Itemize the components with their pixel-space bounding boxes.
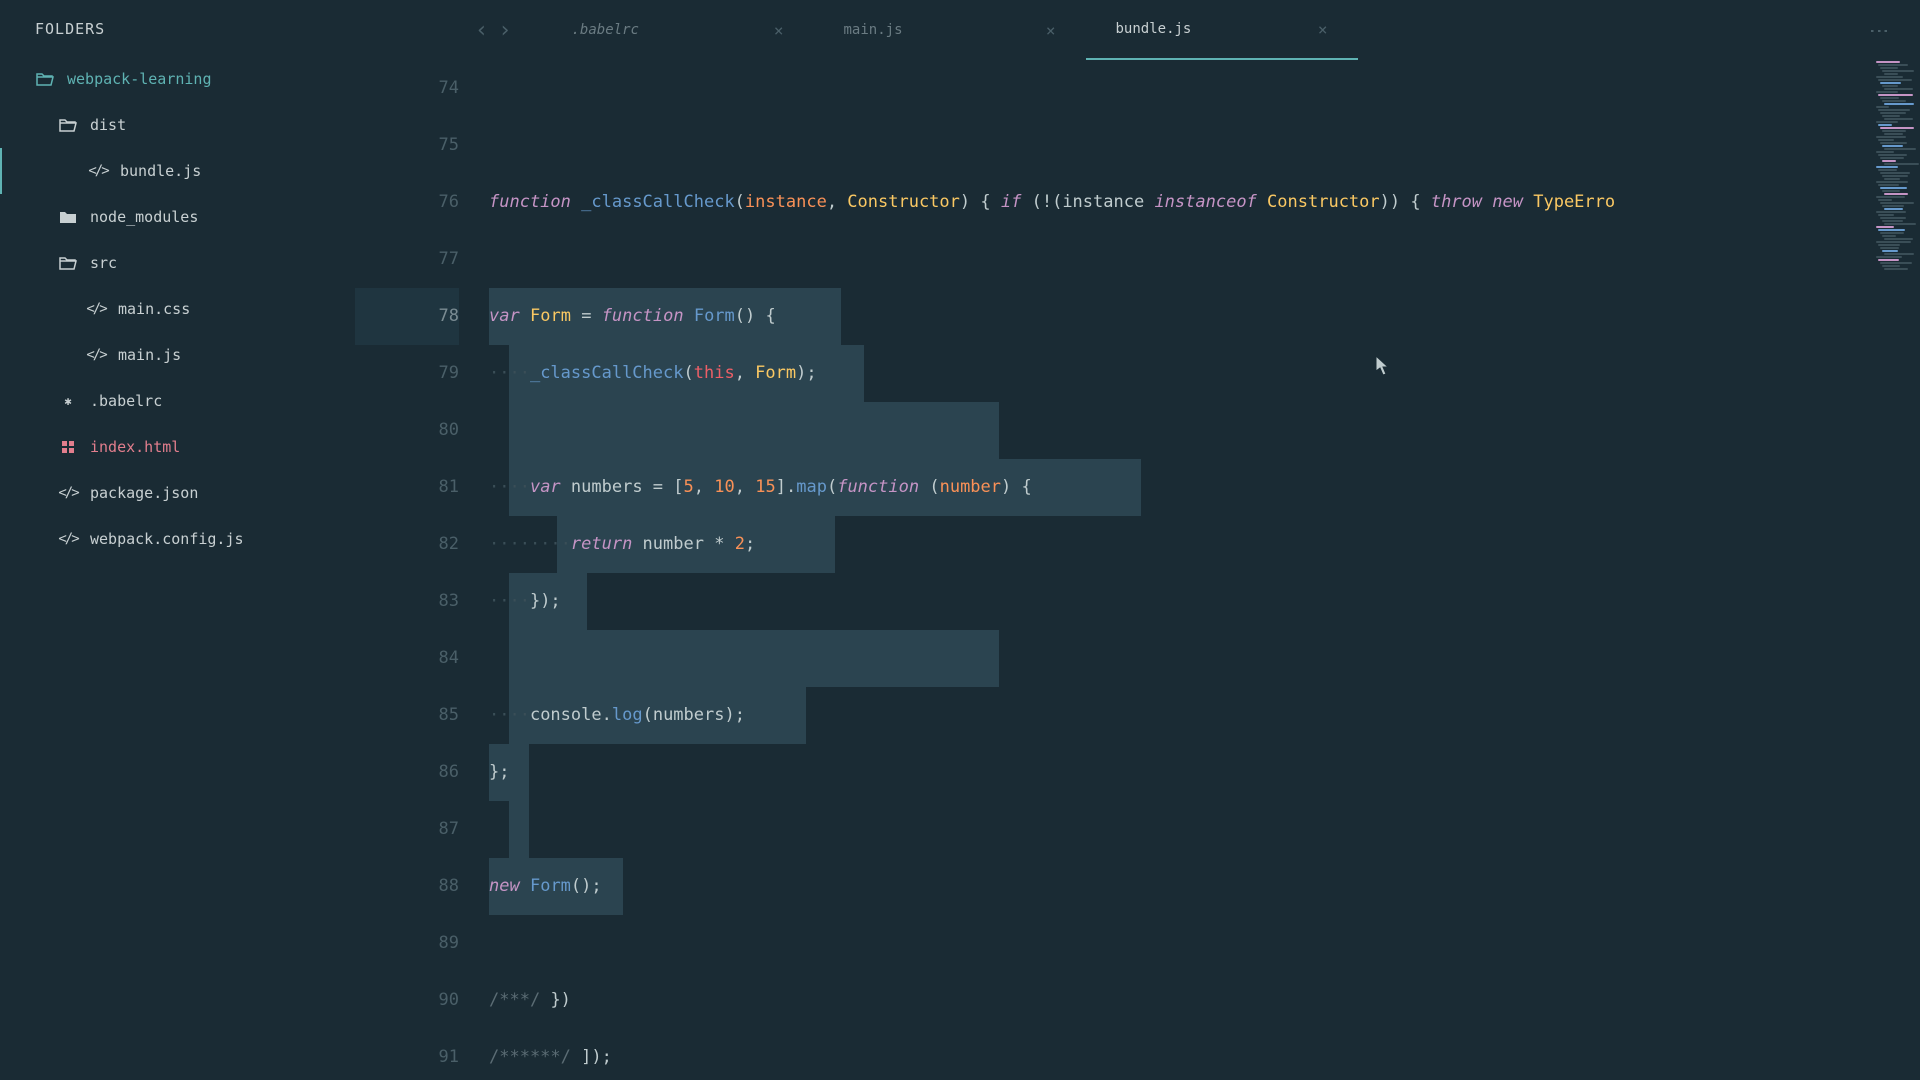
code-line (489, 60, 1920, 117)
code-line: /******/ ]); (489, 1029, 1920, 1080)
line-number: 90 (355, 972, 459, 1029)
line-number: 91 (355, 1029, 459, 1080)
folder-sidebar: FOLDERS webpack-learning dist </> bundle.js… (0, 0, 355, 1080)
code-line: ····}); (489, 573, 1920, 630)
selection-highlight (509, 801, 529, 858)
tree-item-label: package.json (90, 484, 198, 502)
line-number: 77 (355, 231, 459, 288)
line-number: 85 (355, 687, 459, 744)
folder-open-icon (35, 69, 55, 89)
code-file-icon: </> (88, 161, 108, 181)
code-line (489, 630, 1920, 687)
code-line (489, 915, 1920, 972)
code-file-icon: </> (58, 483, 78, 503)
kebab-menu-icon[interactable]: ⋮ (1868, 21, 1920, 40)
tree-item-webpack-config-js[interactable]: </> webpack.config.js (0, 516, 355, 562)
tree-item-package-json[interactable]: </> package.json (0, 470, 355, 516)
code-line (489, 402, 1920, 459)
tab-label: .babelrc (572, 22, 639, 38)
selection-highlight (509, 402, 999, 459)
tree-item-dist[interactable]: dist (0, 102, 355, 148)
tab--babelrc[interactable]: .babelrc × (542, 0, 814, 60)
html-file-icon (58, 437, 78, 457)
tree-item-label: bundle.js (120, 162, 201, 180)
line-number: 89 (355, 915, 459, 972)
code-line: ····console.log(numbers); (489, 687, 1920, 744)
line-number: 83 (355, 573, 459, 630)
code-file-icon: </> (86, 299, 106, 319)
close-icon[interactable]: × (774, 21, 784, 40)
line-number: 81 (355, 459, 459, 516)
line-number: 80 (355, 402, 459, 459)
folder-open-icon (58, 253, 78, 273)
nav-forward-icon[interactable]: › (498, 18, 511, 43)
code-line: ····_classCallCheck(this, Form); (489, 345, 1920, 402)
folder-closed-icon (58, 207, 78, 227)
line-number: 74 (355, 60, 459, 117)
code-file-icon: </> (58, 529, 78, 549)
tree-item-label: node_modules (90, 208, 198, 226)
tree-item-label: .babelrc (90, 392, 162, 410)
tree-item-index-html[interactable]: index.html (0, 424, 355, 470)
code-line: }; (489, 744, 1920, 801)
tree-item-label: main.css (118, 300, 190, 318)
code-line: ········return number * 2; (489, 516, 1920, 573)
tree-item-main-css[interactable]: </> main.css (0, 286, 355, 332)
code-line (489, 801, 1920, 858)
code-line: new Form(); (489, 858, 1920, 915)
line-number: 76 (355, 174, 459, 231)
tabs: .babelrc × main.js × bundle.js × (542, 0, 1869, 60)
tree-item-label: webpack-learning (67, 70, 212, 88)
code-line: var Form = function Form() { (489, 288, 1920, 345)
nav-back-icon[interactable]: ‹ (475, 18, 488, 43)
nav-arrows: ‹ › (355, 18, 542, 43)
sidebar-title: FOLDERS (0, 20, 355, 56)
close-icon[interactable]: × (1046, 21, 1056, 40)
tab-bar: ‹ › .babelrc × main.js × bundle.js × ⋮ (355, 0, 1920, 60)
code-line: ····var numbers = [5, 10, 15].map(functi… (489, 459, 1920, 516)
line-number: 86 (355, 744, 459, 801)
minimap[interactable] (1872, 60, 1920, 1080)
line-number: 88 (355, 858, 459, 915)
tree-item-webpack-learning[interactable]: webpack-learning (0, 56, 355, 102)
line-number: 87 (355, 801, 459, 858)
code-line (489, 231, 1920, 288)
tree-item-node-modules[interactable]: node_modules (0, 194, 355, 240)
tree-item--babelrc[interactable]: ✱ .babelrc (0, 378, 355, 424)
code-editor[interactable]: 747576777879808182838485868788899091 fun… (355, 60, 1920, 1080)
tree-item-src[interactable]: src (0, 240, 355, 286)
tab-bundle-js[interactable]: bundle.js × (1086, 0, 1358, 60)
tab-label: main.js (844, 22, 903, 38)
line-number: 84 (355, 630, 459, 687)
code-line: /***/ }) (489, 972, 1920, 1029)
code-area[interactable]: function _classCallCheck(instance, Const… (489, 60, 1920, 1080)
line-number: 82 (355, 516, 459, 573)
main-area: ‹ › .babelrc × main.js × bundle.js × ⋮ 747576… (355, 0, 1920, 1080)
folder-open-icon (58, 115, 78, 135)
tab-label: bundle.js (1116, 21, 1192, 37)
code-file-icon: </> (86, 345, 106, 365)
code-line: function _classCallCheck(instance, Const… (489, 174, 1920, 231)
tree-item-main-js[interactable]: </> main.js (0, 332, 355, 378)
tree-item-label: src (90, 254, 117, 272)
line-number: 78 (355, 288, 459, 345)
tree-item-bundle-js[interactable]: </> bundle.js (0, 148, 355, 194)
tree-item-label: index.html (90, 438, 180, 456)
tree-item-label: main.js (118, 346, 181, 364)
star-icon: ✱ (58, 391, 78, 411)
close-icon[interactable]: × (1318, 20, 1328, 39)
line-gutter: 747576777879808182838485868788899091 (355, 60, 489, 1080)
tab-main-js[interactable]: main.js × (814, 0, 1086, 60)
line-number: 75 (355, 117, 459, 174)
file-tree: webpack-learning dist </> bundle.js node_mod… (0, 56, 355, 562)
selection-highlight (509, 630, 999, 687)
tree-item-label: dist (90, 116, 126, 134)
code-line (489, 117, 1920, 174)
line-number: 79 (355, 345, 459, 402)
tree-item-label: webpack.config.js (90, 530, 244, 548)
